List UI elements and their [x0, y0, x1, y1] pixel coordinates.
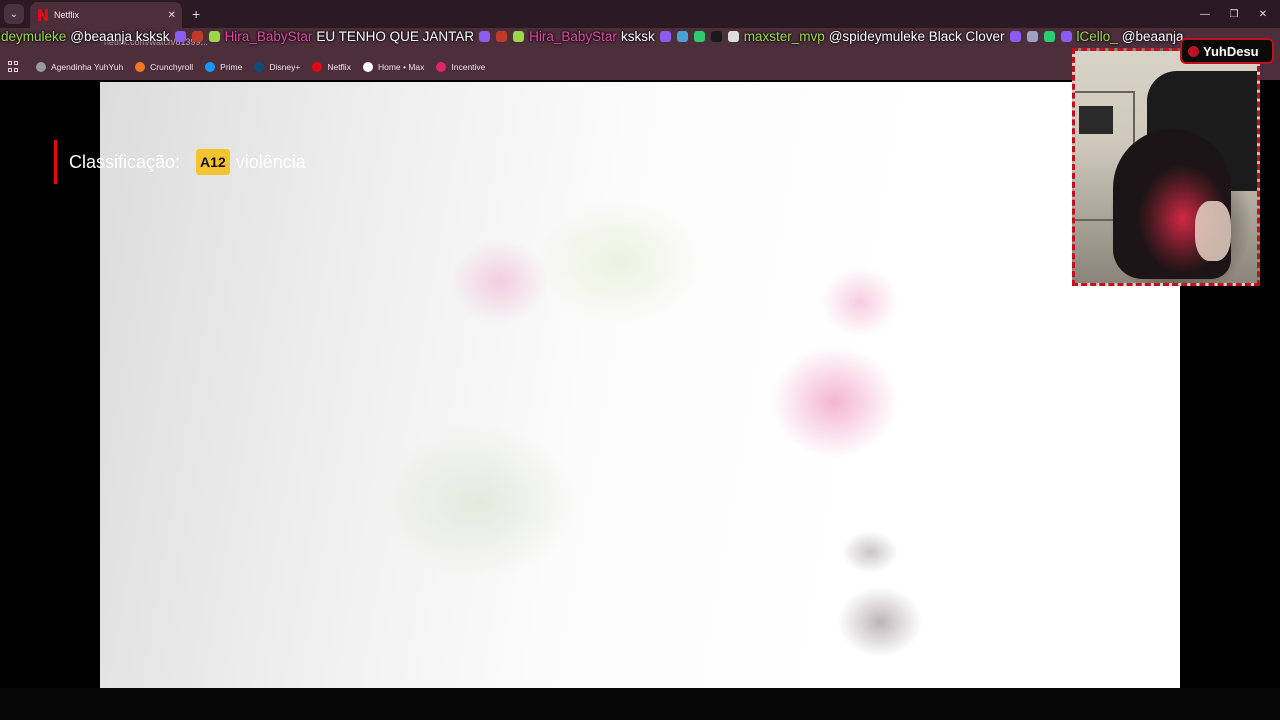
badge-icon — [1043, 30, 1055, 42]
chat-message: @beaanja ksksk — [70, 28, 170, 44]
badge-icon — [174, 30, 186, 42]
rating-accent-bar — [54, 140, 57, 184]
tab-netflix[interactable]: Netflix ✕ — [30, 2, 182, 28]
prime-icon — [205, 62, 216, 72]
browser-tab-strip: ⌄ Netflix ✕ + — ❐ ✕ — [0, 0, 1280, 28]
bookmark-netflix[interactable]: Netflix — [312, 62, 351, 72]
tab-search-button[interactable]: ⌄ — [4, 4, 24, 24]
max-icon — [362, 62, 373, 72]
bookmark-incentive[interactable]: Incentive — [436, 62, 485, 72]
streamer-face — [1195, 201, 1231, 261]
badge-icon — [693, 30, 705, 42]
chat-username: lCello_ — [1076, 28, 1118, 44]
rating-descriptor: violência — [235, 151, 306, 172]
apps-grid-icon[interactable] — [8, 61, 20, 73]
emote-icon — [1026, 30, 1038, 42]
chevron-down-icon: ⌄ — [9, 8, 19, 20]
netflix-icon — [312, 62, 323, 72]
chat-message: @spideymuleke Black Clover — [828, 28, 1005, 44]
video-bottom-bar — [0, 688, 1280, 720]
rating-label: Classificação: — [69, 151, 181, 172]
globe-icon — [36, 62, 46, 72]
badge-icon — [513, 30, 525, 42]
channel-name: YuhDesu — [1203, 43, 1259, 59]
content-rating: Classificação: A12 violência — [54, 140, 306, 184]
netflix-favicon-icon — [38, 9, 48, 21]
chat-message: @beaanja — [1121, 28, 1184, 44]
emote-icon — [710, 30, 722, 42]
bookmark-max[interactable]: Home • Max — [362, 62, 424, 72]
tab-title: Netflix — [54, 10, 80, 20]
badge-icon — [1009, 30, 1021, 42]
emote-icon — [496, 30, 508, 42]
bookmark-crunchyroll[interactable]: Crunchyroll — [135, 62, 193, 72]
chat-username: ideymuleke — [0, 28, 67, 44]
stream-chat-ticker: ideymuleke @beaanja ksksk Hira_BabyStar … — [0, 27, 1184, 45]
new-tab-button[interactable]: + — [192, 6, 200, 22]
bookmark-agendinha[interactable]: Agendinha YuhYuh — [36, 62, 123, 72]
tab-close-icon[interactable]: ✕ — [168, 10, 176, 21]
webcam-overlay — [1072, 48, 1260, 286]
badge-icon — [208, 30, 220, 42]
emote-icon — [676, 30, 688, 42]
screen: ⌄ Netflix ✕ + — ❐ ✕ netflix.com/watch/81… — [0, 0, 1280, 720]
channel-logo-icon — [1188, 45, 1199, 57]
disney-icon — [254, 62, 265, 72]
badge-icon — [479, 30, 491, 42]
channel-tag: YuhDesu — [1180, 38, 1274, 64]
crunchyroll-icon — [135, 62, 146, 72]
storage-box — [1079, 106, 1113, 134]
chat-username: Hira_BabyStar — [224, 28, 313, 44]
emote-icon — [1060, 30, 1072, 42]
rating-badge: A12 — [196, 149, 230, 175]
emote-icon — [191, 30, 203, 42]
chat-message: ksksk — [620, 28, 655, 44]
chat-message: EU TENHO QUE JANTAR — [316, 28, 475, 44]
close-window-button[interactable]: ✕ — [1246, 0, 1280, 28]
bookmark-prime[interactable]: Prime — [205, 62, 242, 72]
chat-username: maxster_mvp — [743, 28, 825, 44]
emote-icon — [727, 30, 739, 42]
incentive-icon — [436, 62, 447, 72]
chat-username: Hira_BabyStar — [529, 28, 617, 44]
badge-icon — [659, 30, 671, 42]
bookmark-disney[interactable]: Disney+ — [254, 62, 300, 72]
